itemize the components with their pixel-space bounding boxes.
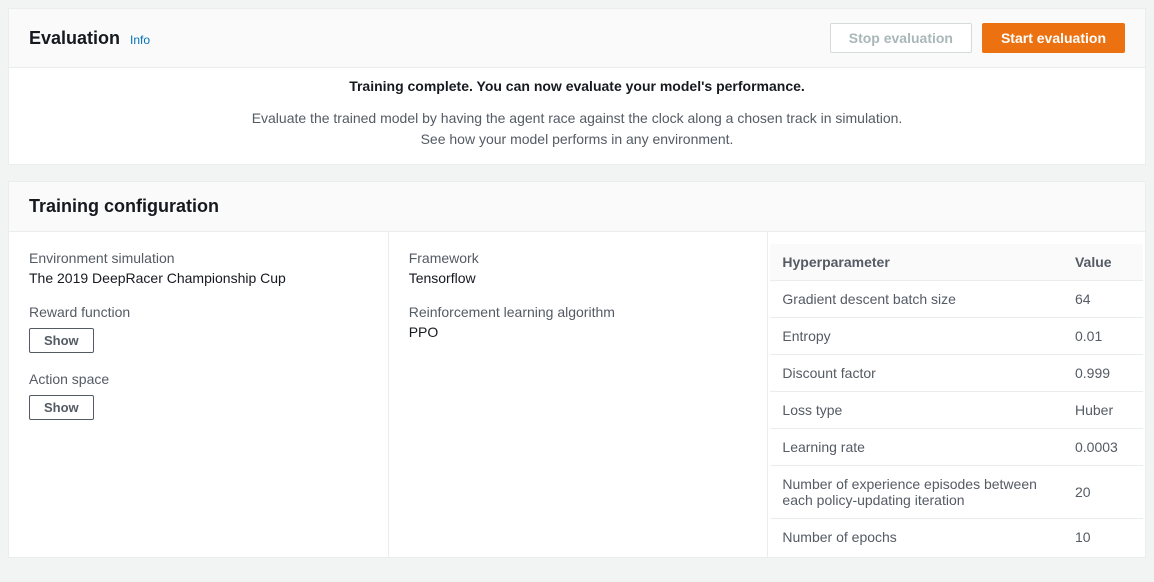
cell-param: Discount factor — [770, 355, 1063, 392]
evaluation-title-wrap: Evaluation Info — [29, 28, 150, 49]
cell-value: Huber — [1063, 392, 1143, 429]
evaluation-body: Training complete. You can now evaluate … — [9, 68, 1145, 164]
info-link[interactable]: Info — [130, 33, 150, 47]
training-config-title-wrap: Training configuration — [29, 196, 219, 217]
table-body: Gradient descent batch size 64 Entropy 0… — [770, 281, 1143, 556]
table-row: Gradient descent batch size 64 — [770, 281, 1143, 318]
value-algorithm: PPO — [409, 324, 748, 340]
cell-value: 10 — [1063, 519, 1143, 556]
evaluation-subtext: Evaluate the trained model by having the… — [49, 108, 1105, 150]
training-config-body: Environment simulation The 2019 DeepRace… — [9, 232, 1145, 557]
value-environment: The 2019 DeepRacer Championship Cup — [29, 270, 368, 286]
stop-evaluation-button[interactable]: Stop evaluation — [830, 23, 972, 53]
cell-value: 64 — [1063, 281, 1143, 318]
table-row: Entropy 0.01 — [770, 318, 1143, 355]
field-reward-function: Reward function Show — [29, 304, 368, 353]
header-value: Value — [1063, 244, 1143, 281]
cell-value: 0.01 — [1063, 318, 1143, 355]
evaluation-title: Evaluation — [29, 28, 120, 49]
table-header-row: Hyperparameter Value — [770, 244, 1143, 281]
evaluation-sub-line1: Evaluate the trained model by having the… — [49, 108, 1105, 129]
table-row: Number of experience episodes between ea… — [770, 466, 1143, 519]
evaluation-panel: Evaluation Info Stop evaluation Start ev… — [8, 8, 1146, 165]
evaluation-header: Evaluation Info Stop evaluation Start ev… — [9, 9, 1145, 68]
config-col-mid: Framework Tensorflow Reinforcement learn… — [389, 232, 769, 557]
field-framework: Framework Tensorflow — [409, 250, 748, 286]
label-algorithm: Reinforcement learning algorithm — [409, 304, 748, 320]
cell-param: Number of experience episodes between ea… — [770, 466, 1063, 519]
config-col-right: Hyperparameter Value Gradient descent ba… — [768, 232, 1145, 557]
cell-param: Learning rate — [770, 429, 1063, 466]
evaluation-sub-line2: See how your model performs in any envir… — [49, 129, 1105, 150]
label-framework: Framework — [409, 250, 748, 266]
evaluation-actions: Stop evaluation Start evaluation — [830, 23, 1125, 53]
label-reward-function: Reward function — [29, 304, 368, 320]
training-config-header: Training configuration — [9, 182, 1145, 232]
show-action-space-button[interactable]: Show — [29, 395, 94, 420]
start-evaluation-button[interactable]: Start evaluation — [982, 23, 1125, 53]
cell-param: Gradient descent batch size — [770, 281, 1063, 318]
training-config-title: Training configuration — [29, 196, 219, 217]
cell-value: 20 — [1063, 466, 1143, 519]
field-environment: Environment simulation The 2019 DeepRace… — [29, 250, 368, 286]
label-environment: Environment simulation — [29, 250, 368, 266]
cell-value: 0.999 — [1063, 355, 1143, 392]
cell-param: Entropy — [770, 318, 1063, 355]
cell-param: Loss type — [770, 392, 1063, 429]
table-row: Loss type Huber — [770, 392, 1143, 429]
field-algorithm: Reinforcement learning algorithm PPO — [409, 304, 748, 340]
table-row: Discount factor 0.999 — [770, 355, 1143, 392]
label-action-space: Action space — [29, 371, 368, 387]
field-action-space: Action space Show — [29, 371, 368, 420]
training-config-panel: Training configuration Environment simul… — [8, 181, 1146, 558]
cell-value: 0.0003 — [1063, 429, 1143, 466]
table-row: Learning rate 0.0003 — [770, 429, 1143, 466]
hyperparameter-table: Hyperparameter Value Gradient descent ba… — [770, 244, 1143, 555]
table-row: Number of epochs 10 — [770, 519, 1143, 556]
value-framework: Tensorflow — [409, 270, 748, 286]
cell-param: Number of epochs — [770, 519, 1063, 556]
evaluation-headline: Training complete. You can now evaluate … — [49, 78, 1105, 94]
header-param: Hyperparameter — [770, 244, 1063, 281]
show-reward-function-button[interactable]: Show — [29, 328, 94, 353]
config-col-left: Environment simulation The 2019 DeepRace… — [9, 232, 389, 557]
